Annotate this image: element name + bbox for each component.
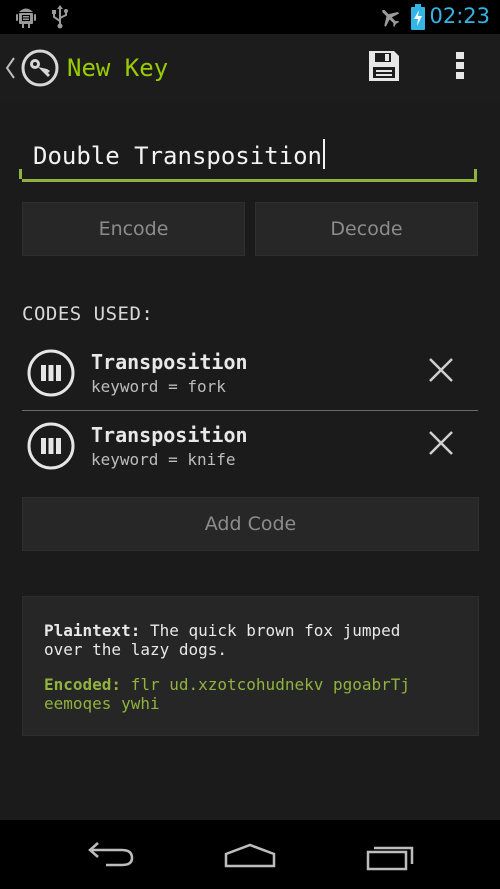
code-name: Transposition <box>91 423 248 447</box>
home-icon[interactable] <box>223 842 277 872</box>
result-panel: Plaintext: The quick brown fox jumped ov… <box>22 596 479 736</box>
close-icon <box>427 356 455 388</box>
navigation-bar <box>0 820 500 889</box>
plaintext-label: Plaintext: <box>44 621 141 640</box>
back-icon[interactable] <box>86 838 136 872</box>
usb-icon <box>50 5 70 33</box>
android-debug-icon <box>14 5 38 33</box>
page-title: New Key <box>67 54 169 82</box>
key-name-value: Double Transposition <box>33 139 325 170</box>
key-logo-icon[interactable] <box>21 49 59 91</box>
codes-used-heading: CODES USED: <box>22 303 154 325</box>
transposition-icon <box>26 421 76 475</box>
save-icon <box>367 49 401 87</box>
action-bar: New Key <box>0 34 500 103</box>
transposition-icon <box>26 348 76 402</box>
plaintext-line: Plaintext: The quick brown fox jumped ov… <box>44 621 444 659</box>
code-list-item[interactable]: Transposition keyword = knife <box>22 411 478 483</box>
remove-code-button[interactable] <box>421 352 461 392</box>
add-code-button[interactable]: Add Code <box>22 497 479 551</box>
code-parameter: keyword = knife <box>91 450 236 469</box>
encoded-line: Encoded: flr ud.xzotcohudnekv pgoabrTj e… <box>44 675 444 713</box>
key-name-input[interactable]: Double Transposition <box>19 135 477 182</box>
input-underline-right-tick <box>474 169 477 179</box>
text-cursor <box>322 139 325 169</box>
code-list-item[interactable]: Transposition keyword = fork <box>22 338 478 410</box>
status-bar: 02:23 <box>0 0 500 34</box>
recent-apps-icon[interactable] <box>364 842 416 876</box>
status-clock: 02:23 <box>429 4 490 28</box>
decode-button[interactable]: Decode <box>255 202 478 256</box>
battery-charging-icon <box>410 4 426 34</box>
up-caret-icon[interactable] <box>4 56 16 84</box>
overflow-menu-icon <box>455 50 465 86</box>
code-name: Transposition <box>91 350 248 374</box>
code-parameter: keyword = fork <box>91 377 226 396</box>
airplane-mode-icon <box>378 5 402 33</box>
encoded-label: Encoded: <box>44 675 122 694</box>
main-content: Double Transposition Encode Decode CODES… <box>0 102 500 820</box>
remove-code-button[interactable] <box>421 425 461 465</box>
input-underline-left-tick <box>19 169 22 179</box>
close-icon <box>427 429 455 461</box>
overflow-menu-button[interactable] <box>440 34 480 102</box>
save-button[interactable] <box>360 34 408 102</box>
encode-button[interactable]: Encode <box>22 202 245 256</box>
